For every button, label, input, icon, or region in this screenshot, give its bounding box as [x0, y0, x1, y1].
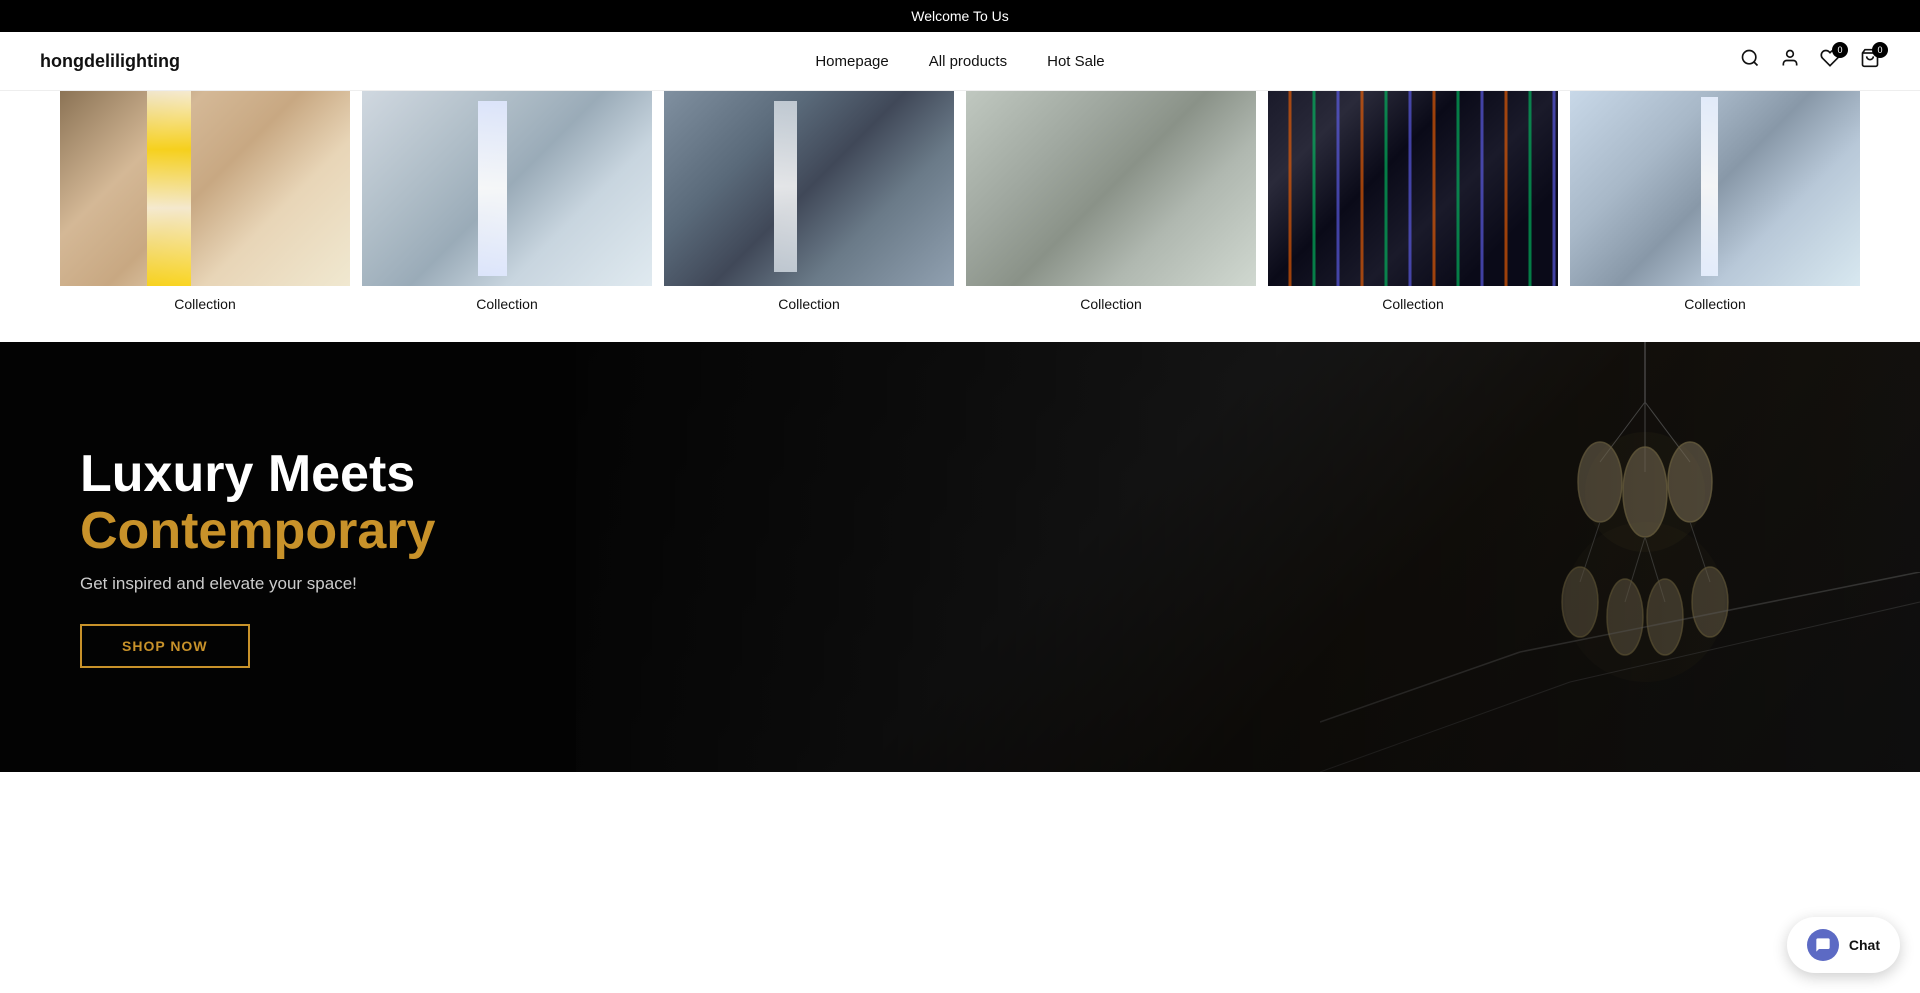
collection-item-5[interactable]: Collection — [1268, 91, 1558, 312]
top-banner: Welcome To Us — [0, 0, 1920, 32]
collection-item-6[interactable]: Collection — [1570, 91, 1860, 312]
collection-thumb-6 — [1570, 91, 1860, 286]
cart-icon[interactable]: 0 — [1860, 48, 1880, 74]
collection-item-2[interactable]: Collection — [362, 91, 652, 312]
collection-thumb-3 — [664, 91, 954, 286]
hero-title-line1: Luxury Meets — [80, 446, 435, 503]
logo[interactable]: hongdelilighting — [40, 51, 180, 72]
collection-thumb-1 — [60, 91, 350, 286]
collection-item-3[interactable]: Collection — [664, 91, 954, 312]
hero-section: Luxury Meets Contemporary Get inspired a… — [0, 342, 1920, 772]
chat-label: Chat — [1849, 937, 1880, 953]
shop-now-button[interactable]: SHOP NOW — [80, 624, 250, 668]
collection-label-5: Collection — [1268, 296, 1558, 312]
collection-thumb-5 — [1268, 91, 1558, 286]
nav-homepage[interactable]: Homepage — [815, 53, 888, 70]
hero-content: Luxury Meets Contemporary Get inspired a… — [0, 446, 435, 668]
collection-thumb-2 — [362, 91, 652, 286]
chat-widget[interactable]: Chat — [1787, 917, 1900, 973]
wishlist-badge: 0 — [1832, 42, 1848, 58]
wishlist-icon[interactable]: 0 — [1820, 48, 1840, 74]
search-icon[interactable] — [1740, 48, 1760, 74]
collections-section: Collection Collection Collection Collect… — [0, 91, 1920, 342]
collection-label-4: Collection — [966, 296, 1256, 312]
banner-text: Welcome To Us — [911, 8, 1009, 24]
hero-subtitle: Get inspired and elevate your space! — [80, 574, 435, 594]
cart-badge: 0 — [1872, 42, 1888, 58]
hero-title-line2: Contemporary — [80, 503, 435, 560]
collection-label-2: Collection — [362, 296, 652, 312]
nav-all-products[interactable]: All products — [929, 53, 1007, 70]
collection-label-1: Collection — [60, 296, 350, 312]
collection-label-6: Collection — [1570, 296, 1860, 312]
account-icon[interactable] — [1780, 48, 1800, 74]
collection-item-1[interactable]: Collection — [60, 91, 350, 312]
collection-label-3: Collection — [664, 296, 954, 312]
collections-grid: Collection Collection Collection Collect… — [40, 91, 1880, 312]
chat-icon — [1807, 929, 1839, 961]
collection-thumb-4 — [966, 91, 1256, 286]
nav-hot-sale[interactable]: Hot Sale — [1047, 53, 1105, 70]
collection-item-4[interactable]: Collection — [966, 91, 1256, 312]
header: hongdelilighting Homepage All products H… — [0, 32, 1920, 91]
header-icons: 0 0 — [1740, 48, 1880, 74]
main-nav: Homepage All products Hot Sale — [815, 53, 1104, 70]
